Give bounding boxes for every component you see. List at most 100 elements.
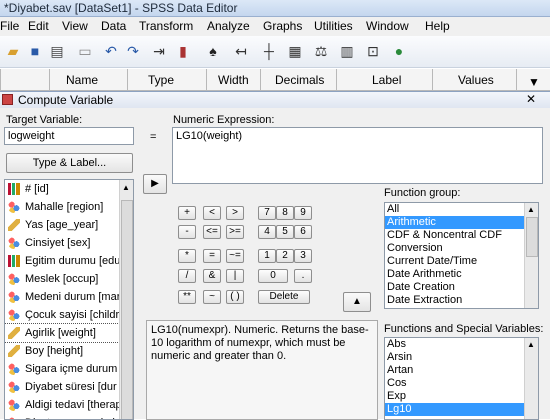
variable-item[interactable]: Meslek [occup] (5, 270, 133, 288)
print-icon[interactable]: ▤ (48, 42, 66, 60)
keypad-minus-button[interactable]: - (178, 225, 196, 239)
functions-list-scrollbar[interactable]: ▲ (524, 338, 538, 419)
keypad-plus-button[interactable]: + (178, 206, 196, 220)
keypad-or-button[interactable]: | (226, 269, 244, 283)
variable-item[interactable]: Medeni durum [mar (5, 288, 133, 306)
scroll-thumb[interactable] (121, 200, 133, 419)
menu-file[interactable]: File (0, 19, 19, 33)
function-item[interactable]: Lg10 (385, 403, 538, 416)
menu-help[interactable]: Help (425, 19, 450, 33)
save-icon[interactable]: ■ (26, 42, 44, 60)
function-item[interactable]: Arsin (385, 351, 538, 364)
menu-edit[interactable]: Edit (28, 19, 49, 33)
variables-icon[interactable]: ▮ (174, 42, 192, 60)
keypad-digit-9-button[interactable]: 9 (294, 206, 312, 220)
keypad-power-button[interactable]: ** (178, 290, 196, 304)
keypad-digit-3-button[interactable]: 3 (294, 249, 312, 263)
function-group-item[interactable]: Date Extraction (385, 294, 538, 307)
function-item[interactable]: Abs (385, 338, 538, 351)
redo-icon[interactable]: ↷ (124, 42, 142, 60)
use-sets-icon[interactable]: ● (390, 42, 408, 60)
keypad-digit-7-button[interactable]: 7 (258, 206, 276, 220)
keypad-digit-8-button[interactable]: 8 (276, 206, 294, 220)
numeric-expression-input[interactable]: LG10(weight) (172, 127, 543, 184)
variable-item[interactable]: Sigara içme durum (5, 360, 133, 378)
function-group-item[interactable]: Date Creation (385, 281, 538, 294)
menu-transform[interactable]: Transform (139, 19, 193, 33)
function-group-item[interactable]: Current Date/Time (385, 255, 538, 268)
variable-item[interactable]: Diyabet süresi [dur (5, 378, 133, 396)
keypad-greater-than-button[interactable]: > (226, 206, 244, 220)
variable-item[interactable]: # [id] (5, 180, 133, 198)
variable-item[interactable]: Aldigi tedavi [therap (5, 396, 133, 414)
values-dropdown-icon[interactable]: ▼ (528, 75, 540, 89)
variable-list-scrollbar[interactable]: ▲ (119, 180, 133, 419)
keypad-digit-4-button[interactable]: 4 (258, 225, 276, 239)
scroll-up-icon[interactable]: ▲ (527, 340, 535, 349)
keypad-less-than-button[interactable]: < (203, 206, 221, 220)
keypad-divide-button[interactable]: / (178, 269, 196, 283)
move-variable-arrow-icon[interactable]: ▶ (143, 174, 167, 194)
type-label-button[interactable]: Type & Label... (6, 153, 133, 173)
keypad-parentheses-button[interactable]: ( ) (226, 290, 244, 304)
keypad-digit-6-button[interactable]: 6 (294, 225, 312, 239)
menu-utilities[interactable]: Utilities (314, 19, 353, 33)
variable-item[interactable]: Cinsiyet [sex] (5, 234, 133, 252)
undo-icon[interactable]: ↶ (102, 42, 120, 60)
find-icon[interactable]: ♠ (204, 42, 222, 60)
delete-button[interactable]: Delete (258, 290, 310, 304)
functions-list[interactable]: Abs Arsin Artan Cos Exp Lg10 ▲ (384, 337, 539, 420)
variable-item[interactable]: Agirlik [weight] (5, 323, 133, 343)
dialog-recall-icon[interactable]: ▭ (76, 42, 94, 60)
value-labels-icon[interactable]: ⊡ (364, 42, 382, 60)
function-item[interactable]: Artan (385, 364, 538, 377)
function-group-scrollbar[interactable]: ▲ (524, 203, 538, 308)
keypad-greater-equal-button[interactable]: >= (226, 225, 244, 239)
function-group-item[interactable]: Inverse DF (385, 307, 538, 308)
function-group-list[interactable]: All Arithmetic CDF & Noncentral CDF Convers… (384, 202, 539, 309)
function-item[interactable]: Exp (385, 390, 538, 403)
variable-item[interactable]: Mahalle [region] (5, 198, 133, 216)
variable-item[interactable]: Boy [height] (5, 342, 133, 360)
keypad-not-equal-button[interactable]: ~= (226, 249, 244, 263)
function-group-item[interactable]: Conversion (385, 242, 538, 255)
insert-function-arrow-icon[interactable]: ▲ (343, 292, 371, 312)
function-group-item[interactable]: Arithmetic (385, 216, 538, 229)
split-file-icon[interactable]: ▦ (286, 42, 304, 60)
keypad-decimal-button[interactable]: . (294, 269, 312, 283)
variable-item[interactable]: Yas [age_year] (5, 216, 133, 234)
scroll-up-icon[interactable]: ▲ (527, 205, 535, 214)
keypad-and-button[interactable]: & (203, 269, 221, 283)
menu-data[interactable]: Data (101, 19, 126, 33)
insert-variable-icon[interactable]: ┼ (260, 42, 278, 60)
target-variable-input[interactable]: logweight (4, 127, 134, 145)
keypad-digit-1-button[interactable]: 1 (258, 249, 276, 263)
keypad-equal-button[interactable]: = (203, 249, 221, 263)
select-cases-icon[interactable]: ▥ (338, 42, 356, 60)
variable-item[interactable]: Diyet ve egzersizde (5, 414, 133, 419)
function-group-item[interactable]: All (385, 203, 538, 216)
menu-graphs[interactable]: Graphs (263, 19, 302, 33)
keypad-less-equal-button[interactable]: <= (203, 225, 221, 239)
keypad-not-button[interactable]: ~ (203, 290, 221, 304)
menu-analyze[interactable]: Analyze (207, 19, 250, 33)
insert-cases-icon[interactable]: ↤ (232, 42, 250, 60)
keypad-multiply-button[interactable]: * (178, 249, 196, 263)
function-item[interactable]: Cos (385, 377, 538, 390)
open-icon[interactable]: ▰ (4, 42, 22, 60)
scroll-thumb[interactable] (526, 217, 538, 257)
keypad-digit-0-button[interactable]: 0 (258, 269, 288, 283)
scroll-up-icon[interactable]: ▲ (122, 183, 130, 192)
variable-item[interactable]: Çocuk sayisi [childr (5, 306, 133, 324)
menu-view[interactable]: View (62, 19, 88, 33)
goto-case-icon[interactable]: ⇥ (150, 42, 168, 60)
keypad-digit-5-button[interactable]: 5 (276, 225, 294, 239)
variable-item[interactable]: Egitim durumu [edu (5, 252, 133, 270)
close-icon[interactable]: ✕ (526, 92, 536, 106)
keypad-digit-2-button[interactable]: 2 (276, 249, 294, 263)
variable-list[interactable]: # [id] Mahalle [region] Yas [age_year] Cins… (4, 179, 134, 420)
function-group-item[interactable]: Date Arithmetic (385, 268, 538, 281)
weight-cases-icon[interactable]: ⚖ (312, 42, 330, 60)
menu-window[interactable]: Window (366, 19, 409, 33)
function-group-item[interactable]: CDF & Noncentral CDF (385, 229, 538, 242)
